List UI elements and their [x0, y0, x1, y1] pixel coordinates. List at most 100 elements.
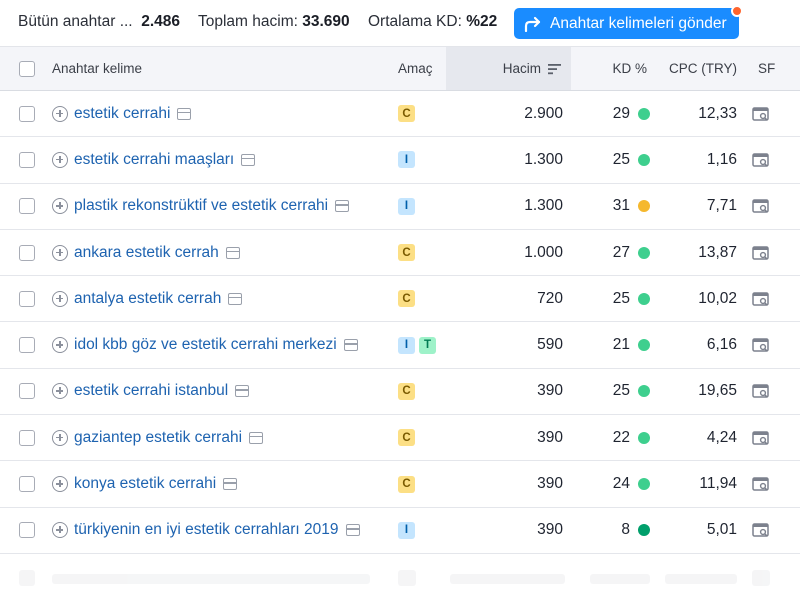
cpc-value: 7,71 — [706, 197, 737, 215]
table-row: estetik cerrahi istanbul C 390 25 19,65 — [0, 369, 800, 416]
row-checkbox[interactable] — [19, 337, 35, 354]
add-keyword-icon[interactable] — [52, 429, 68, 446]
sf-cell — [752, 322, 770, 367]
serp-preview-icon[interactable] — [223, 478, 238, 491]
table-row: konya estetik cerrahi C 390 24 11,94 — [0, 461, 800, 508]
serp-features-icon[interactable] — [752, 476, 770, 492]
row-checkbox-cell — [19, 276, 35, 321]
total-volume-label: Toplam hacim: — [198, 13, 298, 30]
add-keyword-icon[interactable] — [52, 244, 68, 261]
volume-value: 390 — [537, 475, 563, 493]
serp-features-icon[interactable] — [752, 152, 770, 168]
col-sf-header[interactable]: SF — [758, 47, 775, 90]
keyword-cell: türkiyenin en iyi estetik cerrahları 201… — [52, 508, 360, 553]
intent-cell: I — [398, 508, 419, 553]
volume-value: 1.300 — [524, 150, 563, 168]
keyword-link[interactable]: plastik rekonstrüktif ve estetik cerrahi — [74, 197, 328, 215]
add-keyword-icon[interactable] — [52, 198, 68, 215]
all-keywords-value: 2.486 — [141, 13, 181, 30]
col-volume-header[interactable]: Hacim — [446, 47, 571, 90]
serp-features-icon[interactable] — [752, 291, 770, 307]
intent-cell: IT — [398, 322, 440, 367]
sf-cell — [752, 91, 770, 136]
kd-difficulty-dot — [638, 478, 650, 491]
row-checkbox[interactable] — [19, 198, 35, 215]
share-arrow-icon — [524, 16, 541, 32]
serp-features-icon[interactable] — [752, 198, 770, 214]
serp-preview-icon[interactable] — [177, 107, 192, 120]
add-keyword-icon[interactable] — [52, 522, 68, 539]
row-checkbox[interactable] — [19, 476, 35, 493]
intent-cell: I — [398, 184, 419, 229]
all-keywords-stat[interactable]: Bütün anahtar ... 2.486 — [18, 13, 180, 31]
table-row: estetik cerrahi maaşları I 1.300 25 1,16 — [0, 137, 800, 184]
kd-cell: 29 — [590, 91, 660, 136]
kd-cell: 25 — [590, 369, 660, 414]
row-checkbox[interactable] — [19, 151, 35, 168]
serp-preview-icon[interactable] — [345, 524, 360, 537]
intent-cell: C — [398, 369, 419, 414]
volume-value: 1.000 — [524, 243, 563, 261]
keyword-link[interactable]: idol kbb göz ve estetik cerrahi merkezi — [74, 336, 337, 354]
col-intent-header[interactable]: Amaç — [398, 47, 433, 90]
serp-preview-icon[interactable] — [241, 153, 256, 166]
send-keywords-button[interactable]: Anahtar kelimeleri gönder — [514, 5, 743, 39]
total-volume-stat: Toplam hacim: 33.690 — [198, 13, 350, 31]
serp-features-icon[interactable] — [752, 337, 770, 353]
col-keyword-header[interactable]: Anahtar kelime — [52, 47, 142, 90]
col-cpc-header[interactable]: CPC (TRY) — [665, 47, 737, 90]
kd-cell: 8 — [590, 508, 660, 553]
row-checkbox[interactable] — [19, 244, 35, 261]
serp-features-icon[interactable] — [752, 522, 770, 538]
intent-badge: I — [398, 521, 415, 539]
keyword-cell: gaziantep estetik cerrahi — [52, 415, 264, 460]
serp-features-icon[interactable] — [752, 430, 770, 446]
keyword-link[interactable]: türkiyenin en iyi estetik cerrahları 201… — [74, 521, 339, 539]
avg-kd-stat: Ortalama KD: %22 — [368, 13, 497, 31]
keyword-link[interactable]: ankara estetik cerrah — [74, 244, 219, 262]
keyword-link[interactable]: gaziantep estetik cerrahi — [74, 429, 242, 447]
add-keyword-icon[interactable] — [52, 151, 68, 168]
volume-value: 1.300 — [524, 197, 563, 215]
serp-preview-icon[interactable] — [343, 339, 358, 352]
keyword-link[interactable]: estetik cerrahi maaşları — [74, 151, 234, 169]
serp-features-icon[interactable] — [752, 383, 770, 399]
intent-badge: C — [398, 244, 415, 262]
add-keyword-icon[interactable] — [52, 290, 68, 307]
add-keyword-icon[interactable] — [52, 383, 68, 400]
add-keyword-icon[interactable] — [52, 105, 68, 122]
keyword-link[interactable]: estetik cerrahi — [74, 105, 170, 123]
serp-preview-icon[interactable] — [228, 292, 243, 305]
cpc-value: 4,24 — [706, 428, 737, 446]
volume-value: 390 — [537, 521, 563, 539]
kd-cell: 22 — [590, 415, 660, 460]
kd-cell: 21 — [590, 322, 660, 367]
row-checkbox-cell — [19, 322, 35, 367]
col-kd-header[interactable]: KD % — [590, 47, 660, 90]
add-keyword-icon[interactable] — [52, 337, 68, 354]
row-checkbox[interactable] — [19, 105, 35, 122]
keyword-link[interactable]: estetik cerrahi istanbul — [74, 382, 228, 400]
sf-cell — [752, 276, 770, 321]
kd-value: 22 — [612, 428, 630, 446]
keyword-link[interactable]: antalya estetik cerrah — [74, 290, 221, 308]
serp-preview-icon[interactable] — [249, 431, 264, 444]
serp-features-icon[interactable] — [752, 106, 770, 122]
serp-features-icon[interactable] — [752, 245, 770, 261]
intent-badge: T — [419, 336, 436, 354]
serp-preview-icon[interactable] — [225, 246, 240, 259]
cpc-value: 1,16 — [706, 150, 737, 168]
add-keyword-icon[interactable] — [52, 476, 68, 493]
row-checkbox[interactable] — [19, 290, 35, 307]
select-all-checkbox[interactable] — [19, 60, 35, 77]
row-checkbox[interactable] — [19, 383, 35, 400]
intent-badge: I — [398, 197, 415, 215]
keyword-link[interactable]: konya estetik cerrahi — [74, 475, 216, 493]
table-row: estetik cerrahi C 2.900 29 12,33 — [0, 91, 800, 138]
sf-cell — [752, 184, 770, 229]
kd-cell: 25 — [590, 276, 660, 321]
serp-preview-icon[interactable] — [335, 200, 350, 213]
serp-preview-icon[interactable] — [235, 385, 250, 398]
row-checkbox[interactable] — [19, 429, 35, 446]
row-checkbox[interactable] — [19, 522, 35, 539]
